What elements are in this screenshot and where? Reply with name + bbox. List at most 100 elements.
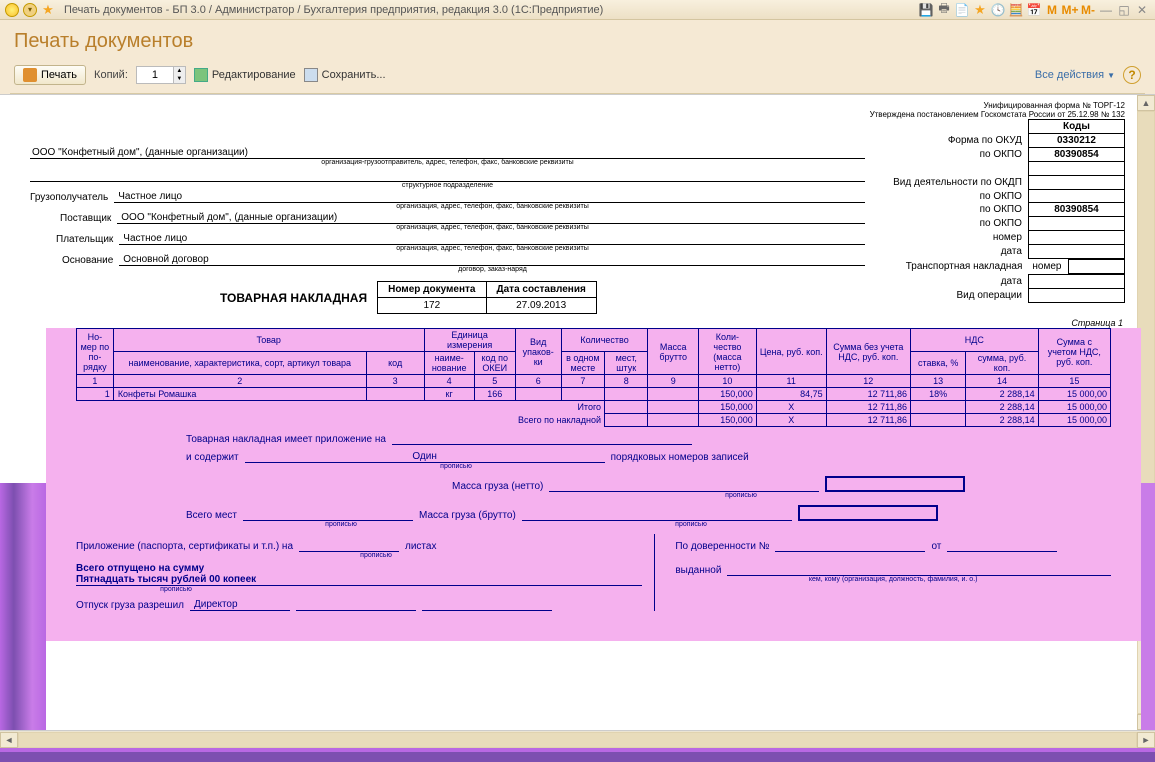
spinner-down-icon[interactable]: ▼: [173, 75, 185, 83]
okdp-label: Вид деятельности по ОКДП: [889, 176, 1028, 190]
selection-border-bottom: [0, 748, 1155, 762]
consignee-field: Частное лицо: [114, 191, 865, 203]
hscrollbar-thumb[interactable]: [19, 733, 1136, 747]
total-words: Пятнадцать тысяч рублей 00 копеек: [76, 574, 642, 586]
scroll-right-icon[interactable]: ►: [1137, 732, 1155, 748]
save-button-label: Сохранить...: [322, 69, 386, 81]
date-header: Дата составления: [486, 282, 596, 298]
nav-down-icon[interactable]: ▾: [22, 2, 38, 18]
copies-label: Копий:: [94, 69, 128, 81]
contains-field: Один: [245, 451, 605, 463]
mass-gross-field: [522, 509, 792, 521]
copies-spinner[interactable]: ▲ ▼: [136, 66, 186, 84]
scroll-left-icon[interactable]: ◄: [0, 732, 18, 748]
mass-net-label: Масса груза (нетто): [452, 481, 543, 492]
help-button[interactable]: ?: [1123, 66, 1141, 84]
document-icon[interactable]: 📄: [953, 3, 971, 17]
page-title: Печать документов: [14, 30, 1145, 53]
propis-hint-1: прописью: [276, 463, 636, 470]
app-label: Приложение (паспорта, сертификаты и т.п.…: [76, 541, 293, 552]
doc-number: 172: [378, 298, 486, 314]
codes-table: Коды Форма по ОКУД0330212 по ОКПО8039085…: [889, 119, 1125, 303]
subdivision-field: [30, 166, 865, 182]
document-title: ТОВАРНАЯ НАКЛАДНАЯ: [220, 291, 367, 305]
issued-label: выданной: [675, 565, 721, 576]
codes-header: Коды: [1028, 120, 1124, 134]
favorite-icon[interactable]: ★: [40, 2, 56, 18]
payer-hint: организация, адрес, телефон, факс, банко…: [120, 245, 865, 252]
basis-hint: договор, заказ-наряд: [120, 266, 865, 273]
document-viewport: ▲ ▼ Унифицированная форма № ТОРГ-12 Утве…: [0, 94, 1155, 762]
col-sum-novat: Сумма без учета НДС, руб. коп.: [826, 329, 910, 375]
print-icon[interactable]: 🖶: [935, 0, 953, 20]
issued-field-2: [675, 583, 1111, 597]
doc-date: 27.09.2013: [486, 298, 596, 314]
restore-icon[interactable]: ◱: [1115, 3, 1133, 17]
col-okei: код по ОКЕИ: [474, 352, 515, 375]
print-button[interactable]: Печать: [14, 65, 86, 85]
document-page: Унифицированная форма № ТОРГ-12 Утвержде…: [0, 95, 1155, 328]
supplier-label: Поставщик: [60, 213, 111, 224]
save-button[interactable]: Сохранить...: [304, 68, 386, 82]
edit-button[interactable]: Редактирование: [194, 68, 296, 82]
okpo1-value: 80390854: [1028, 148, 1124, 162]
m-minus-button[interactable]: M-: [1079, 3, 1097, 17]
items-section: Но- мер по по- рядку Товар Единица измер…: [46, 328, 1141, 641]
close-icon[interactable]: ✕: [1133, 3, 1151, 17]
toolbar: Печать Копий: ▲ ▼ Редактирование Сохрани…: [10, 63, 1145, 94]
release-pos-field: Директор: [190, 599, 290, 611]
horizontal-scrollbar[interactable]: ◄ ►: [0, 730, 1155, 748]
calculator-icon[interactable]: 🧮: [1007, 3, 1025, 17]
vsego-row: Всего по накладной 150,000 X 12 711,86 2…: [77, 414, 1111, 427]
okpo1-label: по ОКПО: [889, 148, 1028, 162]
okud-label: Форма по ОКУД: [889, 134, 1028, 148]
selection-border-left: [0, 483, 46, 762]
supplier-hint: организация, адрес, телефон, факс, банко…: [120, 224, 865, 231]
mass-net-field: [549, 480, 819, 492]
data2-label: дата: [889, 275, 1028, 289]
all-actions-label: Все действия: [1035, 69, 1104, 81]
app-field: [299, 540, 399, 552]
all-actions-dropdown[interactable]: Все действия ▼: [1035, 69, 1115, 81]
edit-button-label: Редактирование: [212, 69, 296, 81]
col-vat: НДС: [910, 329, 1038, 352]
col-vat-sum: сумма, руб. коп.: [966, 352, 1038, 375]
star-icon[interactable]: ★: [971, 2, 989, 18]
issued-hint: кем, кому (организация, должность, фамил…: [675, 576, 1111, 583]
places-field: [243, 509, 413, 521]
minimize-icon[interactable]: —: [1097, 3, 1115, 17]
release-name-field: [422, 599, 552, 611]
hscrollbar-track[interactable]: [18, 732, 1137, 748]
sheets-label: листах: [405, 541, 436, 552]
col-unit: Единица измерения: [424, 329, 515, 352]
m-plus-button[interactable]: M+: [1061, 3, 1079, 17]
app-icon[interactable]: [4, 2, 20, 18]
trans-label: Транспортная накладная: [889, 259, 1028, 275]
okpo2-value: [1028, 190, 1124, 203]
okpo3-value: 80390854: [1028, 203, 1124, 217]
copies-input[interactable]: [137, 67, 173, 83]
col-rownum: Но- мер по по- рядку: [77, 329, 114, 375]
mass-net-box: [825, 476, 965, 492]
attach-label: Товарная накладная имеет приложение на: [186, 434, 386, 445]
proxy-num-field: [775, 540, 925, 552]
mass-gross-box: [798, 505, 938, 521]
m-button[interactable]: M: [1043, 3, 1061, 17]
save-disk-icon[interactable]: 💾: [917, 3, 935, 17]
spinner-up-icon[interactable]: ▲: [173, 67, 185, 75]
sub-hint: структурное подразделение: [30, 182, 865, 189]
proxy-label: По доверенности №: [675, 541, 769, 552]
places-label: Всего мест: [186, 510, 237, 521]
col-qty-net: Коли- чество (масса нетто): [698, 329, 756, 375]
okud-value: 0330212: [1028, 134, 1124, 148]
consignee-label: Грузополучатель: [30, 192, 108, 203]
col-places: мест, штук: [605, 352, 648, 375]
history-icon[interactable]: 🕓: [989, 3, 1007, 17]
chevron-down-icon: ▼: [1107, 71, 1115, 80]
items-table: Но- мер по по- рядку Товар Единица измер…: [76, 328, 1111, 427]
scroll-up-icon[interactable]: ▲: [1137, 95, 1155, 111]
calendar-icon[interactable]: 📅: [1025, 3, 1043, 17]
col-in-one: в одном месте: [561, 352, 604, 375]
column-numbers-row: 1 2 3 4 5 6 7 8 9 10 11 12 13 14 15: [77, 375, 1111, 388]
mass-gross-label: Масса груза (брутто): [419, 510, 516, 521]
